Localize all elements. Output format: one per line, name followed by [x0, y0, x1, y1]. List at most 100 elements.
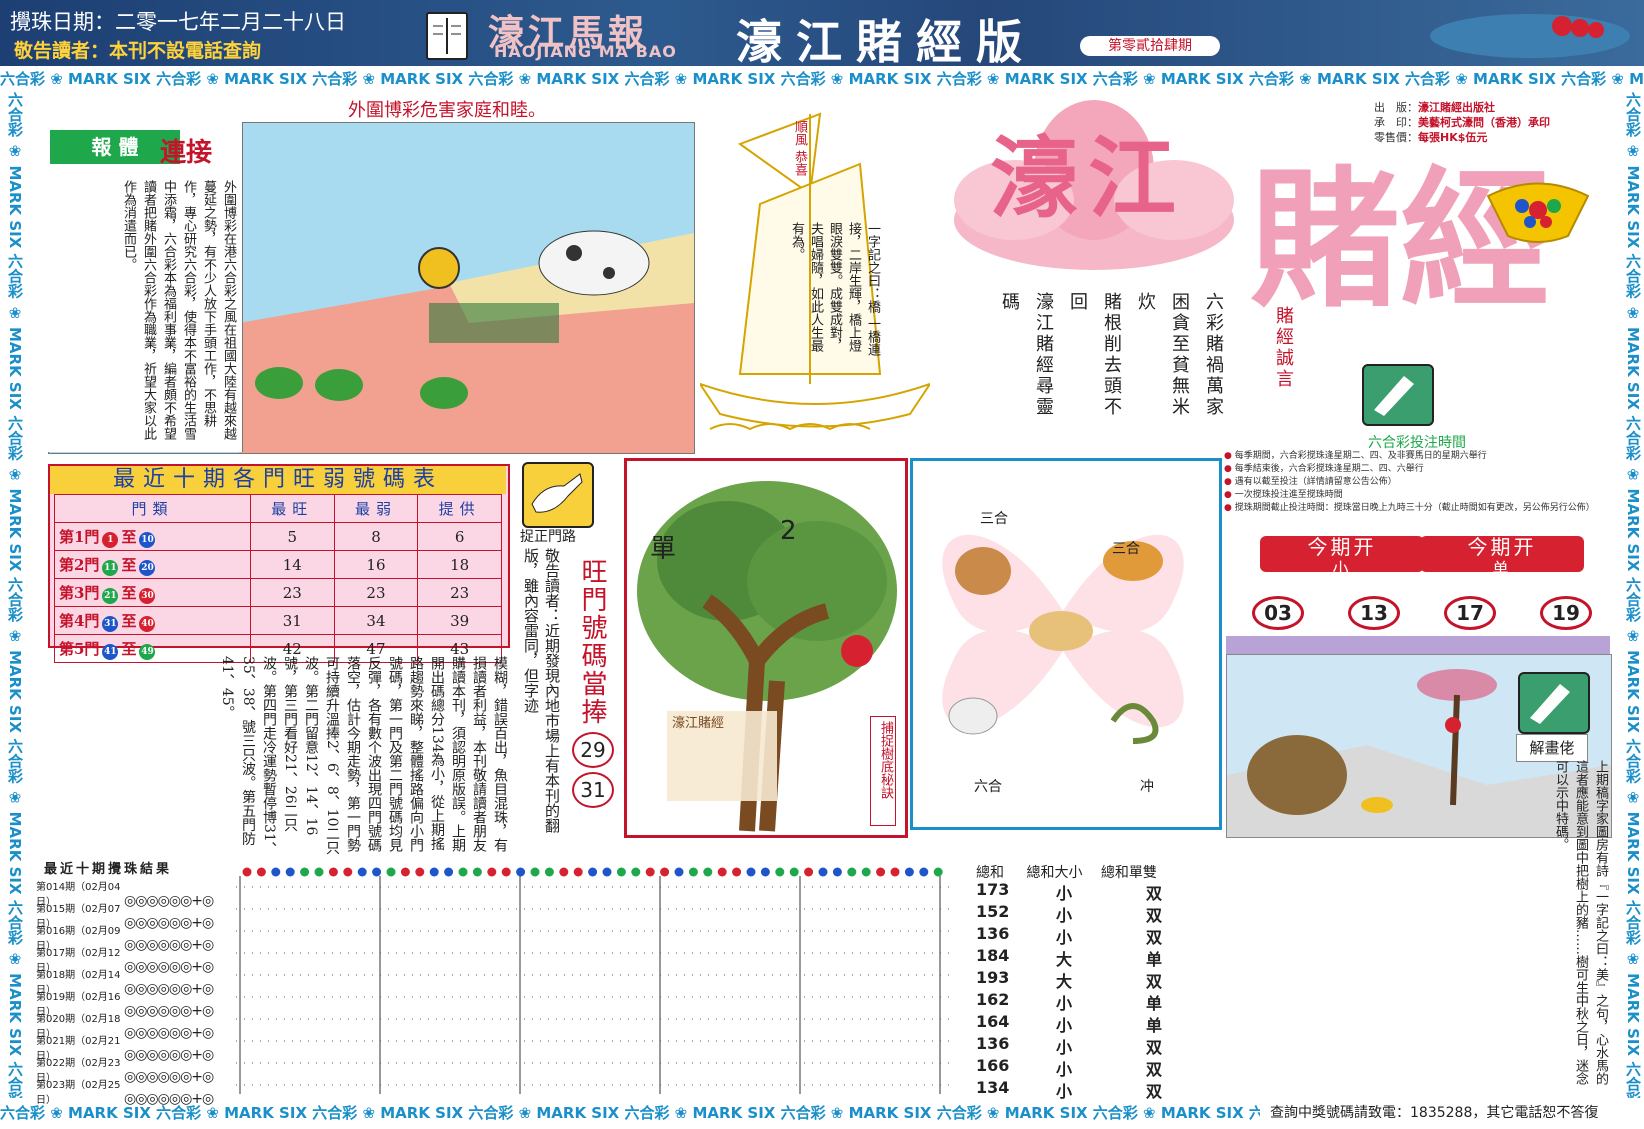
max-cell: 5	[249, 522, 335, 551]
paper-logo-en: HAOJIANG MA BAO	[494, 42, 677, 61]
pub-key-1: 出 版：	[1374, 101, 1418, 114]
sum-size: 大	[1056, 972, 1073, 991]
sum-total: 136	[976, 924, 1010, 943]
sum-parity: 单	[1146, 1016, 1163, 1035]
ball-icon: 11	[102, 559, 119, 576]
sum-row: 136 小 双	[976, 924, 1256, 947]
sum-total: 134	[976, 1078, 1010, 1097]
table-row: 第023期（02月25日） ◎◎◎◎◎◎+◎	[36, 1076, 236, 1107]
give-cell: 18	[417, 550, 502, 579]
give-cell: 39	[417, 606, 502, 635]
sum-total: 193	[976, 968, 1010, 987]
min-cell: 8	[333, 522, 419, 551]
col-header: 門類	[54, 494, 251, 523]
zodiac-label-chong: 冲	[1140, 779, 1154, 795]
door-label: 第2門	[59, 555, 100, 574]
draw-pill-label: 今期开	[1307, 535, 1377, 559]
slogan-2: 困貪至貧無米炊	[1135, 292, 1190, 418]
sum-row: 134 小 双	[976, 1078, 1256, 1101]
sum-row: 193 大 双	[976, 968, 1256, 991]
table-row: 第018期（02月14日） ◎◎◎◎◎◎+◎	[36, 966, 236, 997]
min-cell: 34	[333, 606, 419, 635]
boat-poem: 一字記之曰：橋 一橋連接，二岸生輝，橋上燈眼淚雙雙。成雙成對，夫唱婦隨，如此人生…	[789, 222, 880, 357]
ball-icon: 41	[102, 643, 119, 660]
sum-total: 136	[976, 1034, 1010, 1053]
col-header: 最旺	[249, 494, 335, 523]
time-note: 每季期間，六合彩搅珠逢星期二、四、及非賽馬日的星期六舉行	[1224, 450, 1614, 463]
col-header: 最弱	[333, 494, 419, 523]
sum-row: 152 小 双	[976, 902, 1256, 925]
pub-val-3: 每張HK$伍元	[1418, 131, 1488, 144]
col-header: 提供	[417, 494, 502, 523]
sum-parity: 双	[1146, 1060, 1163, 1079]
betting-time-caption: 六合彩投注時間	[1368, 435, 1466, 451]
sum-total: 162	[976, 990, 1010, 1009]
pick-number: 03	[1252, 596, 1304, 630]
pick-number: 13	[1348, 596, 1400, 630]
sum-total: 173	[976, 880, 1010, 899]
pub-val-2: 美藝柯式濠問（香港）承印	[1418, 116, 1550, 129]
table-row: 第014期（02月04日） ◎◎◎◎◎◎+◎	[36, 878, 236, 909]
motto: 賭經誠言	[1273, 306, 1294, 390]
tree-label-single: 單	[650, 534, 677, 564]
time-note: 搅珠期間截止投注時間：搅珠當日晚上九時三十分（截止時間如有更改，另公佈另行公佈）	[1224, 502, 1614, 515]
pen-hand-icon	[1518, 672, 1590, 734]
zodiac-label-liuhe: 六合	[974, 779, 1002, 795]
door-label: 第5門	[59, 639, 100, 658]
edition-title: 濠江賭經版	[736, 15, 1036, 69]
tree-inscription: 濠江賭經	[672, 716, 725, 731]
sum-parity: 单	[1146, 950, 1163, 969]
results-dot-grid	[236, 876, 952, 1094]
sum-parity: 双	[1146, 1038, 1163, 1057]
betting-time-notes: 每季期間，六合彩搅珠逢星期二、四、及非賽馬日的星期六舉行 每季結束後，六合彩搅珠…	[1224, 450, 1614, 530]
table-row: 第4門 31 至 40 31 34 39	[54, 606, 502, 635]
ball-icon: 31	[102, 615, 119, 632]
hot-number-1: 29	[572, 732, 614, 768]
results-number-header	[240, 862, 952, 877]
give-cell: 23	[417, 578, 502, 607]
zodiac-label-sanhe: 三合	[1112, 541, 1140, 557]
sail-text: 順風 恭喜	[792, 120, 807, 177]
header-warning: 敬告讀者：本刊不設電話查詢	[14, 40, 262, 62]
zodiac-panel	[910, 458, 1222, 830]
sum-size: 小	[1056, 906, 1073, 925]
pub-key-2: 承 印：	[1374, 116, 1418, 129]
brand-title-1: 濠江	[990, 126, 1187, 230]
left-border-strip: 六合彩 ❀ MARK SIX 六合彩 ❀ MARK SIX 六合彩 ❀ MARK…	[6, 92, 24, 1098]
painting-label: 解畫佬	[1516, 734, 1588, 762]
report-text: 外圍博彩在港六合彩之風在祖國大陸有越來越蔓延之勢，有不少人放下手頭工作，不思耕作…	[121, 180, 236, 440]
hand-pointing-icon	[522, 462, 594, 528]
sum-parity: 双	[1146, 884, 1163, 903]
table-row: 第017期（02月12日） ◎◎◎◎◎◎+◎	[36, 944, 236, 975]
table-row: 第016期（02月09日） ◎◎◎◎◎◎+◎	[36, 922, 236, 953]
max-cell: 14	[249, 550, 335, 579]
give-cell: 6	[417, 522, 502, 551]
zodiac-label-sanhe: 三合	[980, 511, 1008, 527]
table-row: 第021期（02月21日） ◎◎◎◎◎◎+◎	[36, 1032, 236, 1063]
publisher-info: 出 版：濠江賭經出版社 承 印：美藝柯式濠問（香港）承印 零售價：每張HK$伍元	[1374, 100, 1550, 145]
draw-pill-label: 今期开	[1467, 535, 1537, 559]
table-row: 第1門 1 至 10 5 8 6	[54, 522, 502, 551]
door-label: 第4門	[59, 611, 100, 630]
sum-size: 大	[1056, 950, 1073, 969]
reader-notice: 敬告讀者：近期發現內地市場上有本刊的翻版，雖內容雷同，但字迹	[522, 548, 561, 833]
door-label: 第1門	[59, 527, 100, 546]
sum-size: 小	[1056, 884, 1073, 903]
hot-door-title: 旺門號碼當捧	[577, 558, 607, 726]
tree-label-two: 2	[780, 516, 797, 546]
sum-row: 166 小 双	[976, 1056, 1256, 1079]
balls-icon: ◎◎◎◎◎◎+◎	[124, 1091, 214, 1107]
table-row: 第019期（02月16日） ◎◎◎◎◎◎+◎	[36, 988, 236, 1019]
draw-size-pill: 今期开 小	[1260, 535, 1424, 578]
divider-bar	[1226, 636, 1610, 654]
ball-icon: 20	[139, 559, 156, 576]
sum-parity: 单	[1146, 994, 1163, 1013]
pick-number: 17	[1444, 596, 1496, 630]
sum-total: 166	[976, 1056, 1010, 1075]
top-border-strip: 六合彩 ❀ MARK SIX 六合彩 ❀ MARK SIX 六合彩 ❀ MARK…	[0, 67, 1644, 91]
sum-parity: 双	[1146, 972, 1163, 991]
analysis-text: 模糊，錯誤百出，魚目混珠，有損讀者利益，本刊敬請讀者朋友購讀本刊，須認明原版誤。…	[219, 656, 508, 856]
sum-total: 164	[976, 1012, 1010, 1031]
table-row: 第3門 21 至 30 23 23 23	[54, 578, 502, 607]
sum-size: 小	[1056, 1082, 1073, 1101]
